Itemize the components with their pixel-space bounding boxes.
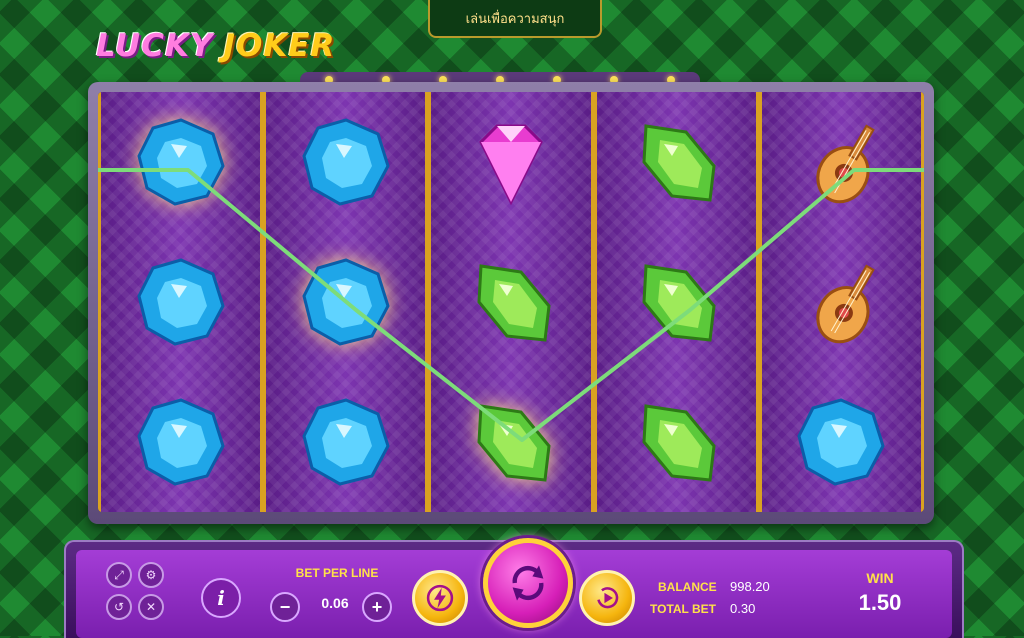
play-for-fun-label: เล่นเพื่อความสนุก (428, 0, 602, 38)
mandolin-symbol (762, 232, 921, 372)
bet-per-line-label: BET PER LINE (295, 566, 379, 580)
green-gem-symbol (597, 372, 756, 512)
blue-gem-symbol (762, 372, 921, 512)
bet-increase-button[interactable]: + (362, 592, 392, 622)
gear-icon[interactable]: ⚙ (138, 562, 164, 588)
bet-decrease-button[interactable]: − (270, 592, 300, 622)
autoplay-button[interactable] (579, 570, 635, 626)
game-logo: LUCKY JOKER (96, 26, 335, 66)
reel (263, 92, 429, 512)
win-value: 1.50 (858, 590, 902, 615)
green-gem-symbol (597, 92, 756, 232)
win-label: WIN (866, 570, 894, 586)
reel (758, 92, 924, 512)
total-bet-value: 0.30 (730, 601, 756, 616)
green-gem-symbol (597, 232, 756, 372)
total-bet-label: TOTAL BET (650, 602, 716, 616)
control-panel-inner: ⤢ ⚙ ↺ ✕ i BET PER LINE − 0.06 + BALANCE … (76, 538, 952, 638)
lightning-icon (426, 584, 454, 612)
blue-gem-symbol (101, 372, 260, 512)
mute-icon[interactable]: ✕ (138, 594, 164, 620)
balance-label: BALANCE (658, 580, 717, 594)
green-gem-symbol (431, 232, 590, 372)
slot-machine (88, 82, 934, 524)
spin-arrows-icon (512, 565, 544, 601)
logo-word-lucky: LUCKY (96, 28, 214, 64)
mandolin-symbol (762, 92, 921, 232)
control-panel: ⤢ ⚙ ↺ ✕ i BET PER LINE − 0.06 + BALANCE … (64, 538, 964, 638)
pink-diamond-symbol (431, 92, 590, 232)
turbo-button[interactable] (412, 570, 468, 626)
blue-gem-symbol (101, 232, 260, 372)
autoplay-icon (597, 587, 619, 609)
history-icon[interactable]: ↺ (106, 594, 132, 620)
spin-button[interactable] (483, 538, 573, 628)
reel (428, 92, 594, 512)
blue-gem-symbol (266, 92, 425, 232)
reel (98, 92, 264, 512)
reel (593, 92, 759, 512)
blue-gem-symbol (101, 92, 260, 232)
blue-gem-symbol (266, 372, 425, 512)
reels-area (98, 92, 924, 512)
blue-gem-symbol (266, 232, 425, 372)
logo-word-joker: JOKER (223, 28, 336, 64)
green-gem-symbol (431, 372, 590, 512)
balance-value: 998.20 (730, 579, 770, 594)
bet-per-line-value: 0.06 (321, 595, 349, 611)
info-button[interactable]: i (201, 578, 241, 618)
fullscreen-icon[interactable]: ⤢ (106, 562, 132, 588)
